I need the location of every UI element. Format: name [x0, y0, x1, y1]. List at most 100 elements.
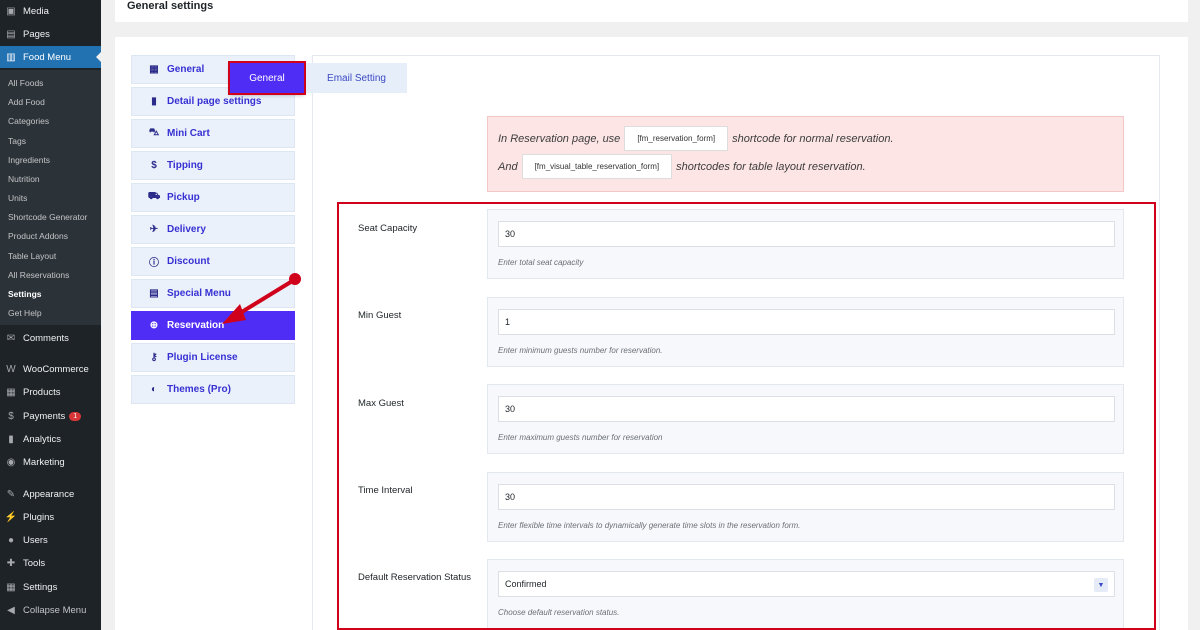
wp-submenu-item[interactable]: Categories [8, 116, 49, 126]
wp-menu-tools[interactable]: ✚ Tools [0, 552, 101, 574]
settings-nav-pickup[interactable]: ⛟ Pickup [131, 183, 295, 212]
settings-nav-tipping[interactable]: $ Tipping [131, 151, 295, 180]
food-menu-icon: ▥ [6, 51, 16, 63]
wp-menu-pages[interactable]: ▤ Pages [0, 23, 101, 45]
wp-submenu-item[interactable]: Nutrition [8, 174, 40, 184]
wp-menu-label: Appearance [23, 488, 75, 500]
palette-icon: ◐ [150, 384, 158, 395]
wp-menu-label: Food Menu [23, 51, 72, 63]
info-text: shortcode for normal reservation. [732, 132, 894, 145]
wp-menu-products[interactable]: ▦ Products [0, 381, 101, 403]
tools-icon: ✚ [6, 557, 16, 569]
wp-menu-appearance[interactable]: ✎ Appearance [0, 483, 101, 505]
appearance-icon: ✎ [6, 488, 16, 500]
wp-menu-label: Users [23, 534, 48, 546]
info-text: In Reservation page, use [498, 132, 621, 145]
marketing-icon: ◉ [6, 456, 16, 468]
wp-submenu-item[interactable]: All Foods [8, 78, 43, 88]
nav-label: Themes (Pro) [167, 384, 231, 395]
wp-menu-users[interactable]: ● Users [0, 529, 101, 551]
settings-nav-mini-cart[interactable]: ⛍ Mini Cart [131, 119, 295, 148]
header-card: General settings [115, 0, 1188, 22]
wp-menu-label: Pages [23, 28, 50, 40]
wp-menu-media[interactable]: ▣ Media [0, 0, 101, 22]
dollar-icon: $ [151, 160, 157, 171]
nav-label: Pickup [167, 192, 200, 203]
nav-label: Delivery [167, 224, 206, 235]
wp-menu-label: Tools [23, 557, 46, 569]
wp-admin-sidebar: ▣ Media ▤ Pages ▥ Food Menu All Foods Ad… [0, 0, 101, 630]
tab-email-setting[interactable]: Email Setting [306, 63, 407, 93]
settings-nav-themes[interactable]: ◐ Themes (Pro) [131, 375, 295, 404]
collapse-icon: ◀ [7, 604, 15, 616]
wp-submenu-item[interactable]: Tags [8, 136, 26, 146]
arrow-annotation-icon [222, 273, 301, 324]
table-icon: ▤ [149, 288, 159, 299]
wp-submenu-item[interactable]: Add Food [8, 97, 45, 107]
settings-nav-delivery[interactable]: ✈ Delivery [131, 215, 295, 244]
settings-icon: ▦ [6, 581, 16, 593]
nav-label: Tipping [167, 160, 203, 171]
wp-menu-comments[interactable]: ✉ Comments [0, 327, 101, 349]
highlight-annotation-box [337, 202, 1156, 630]
plane-icon: ✈ [149, 224, 159, 235]
wp-submenu-item[interactable]: Table Layout [8, 251, 56, 261]
wp-submenu-item[interactable]: Ingredients [8, 155, 50, 165]
wp-menu-analytics[interactable]: ▮ Analytics [0, 428, 101, 450]
wp-menu-plugins[interactable]: ⚡ Plugins [0, 506, 101, 528]
tab-general[interactable]: General [228, 61, 306, 95]
cart-icon: ⛍ [148, 127, 160, 138]
wp-menu-collapse[interactable]: ◀ Collapse Menu [0, 599, 101, 621]
wp-menu-label: Comments [23, 332, 69, 344]
wp-submenu-item[interactable]: Get Help [8, 308, 42, 318]
pages-icon: ▤ [6, 28, 16, 40]
wp-menu-marketing[interactable]: ◉ Marketing [0, 451, 101, 473]
plus-circle-icon: ⊕ [149, 320, 159, 331]
plugins-icon: ⚡ [4, 511, 18, 523]
wp-menu-label: Marketing [23, 456, 65, 468]
wp-menu-label: Settings [23, 581, 58, 593]
wp-menu-label: Plugins [23, 511, 55, 523]
payments-count-badge: 1 [69, 411, 82, 421]
payments-icon: $ [8, 410, 14, 422]
wp-menu-food-menu[interactable]: ▥ Food Menu [0, 46, 101, 68]
wp-submenu-item[interactable]: All Reservations [8, 270, 69, 280]
comments-icon: ✉ [6, 332, 16, 344]
page-title: General settings [127, 0, 214, 12]
users-icon: ● [7, 534, 15, 546]
wp-menu-woocommerce[interactable]: W WooCommerce [0, 358, 101, 380]
car-icon: ⛟ [147, 191, 161, 202]
analytics-icon: ▮ [8, 433, 14, 445]
products-icon: ▦ [6, 386, 16, 398]
wp-menu-payments[interactable]: $ Payments 1 [0, 405, 101, 427]
settings-nav-plugin-license[interactable]: ⚷ Plugin License [131, 343, 295, 372]
wp-submenu-item-current[interactable]: Settings [8, 289, 42, 299]
key-icon: ⚷ [150, 352, 158, 363]
shortcode-info-box: In Reservation page, use [fm_reservation… [487, 116, 1124, 192]
shortcode-chip[interactable]: [fm_visual_table_reservation_form] [521, 154, 673, 179]
wp-submenu-item[interactable]: Shortcode Generator [8, 212, 87, 222]
general-icon: ▦ [149, 64, 159, 75]
wp-menu-label: Analytics [23, 433, 62, 445]
wp-menu-label: Payments [23, 410, 66, 422]
nav-label: Discount [167, 256, 210, 267]
nav-label: Mini Cart [167, 128, 210, 139]
wp-submenu: All Foods Add Food Categories Tags Ingre… [0, 70, 101, 325]
wp-menu-label: Collapse Menu [23, 604, 87, 616]
info-icon: ⓘ [149, 258, 159, 269]
nav-label: General [167, 64, 205, 75]
wp-submenu-item[interactable]: Product Addons [8, 231, 68, 241]
info-text: And [498, 160, 518, 173]
wp-menu-label: Products [23, 386, 61, 398]
detail-page-icon: ▮ [151, 96, 157, 107]
shortcode-chip[interactable]: [fm_reservation_form] [624, 126, 729, 151]
media-icon: ▣ [6, 5, 16, 17]
info-line: And [fm_visual_table_reservation_form] s… [498, 154, 866, 179]
wp-menu-label: Media [23, 5, 49, 17]
info-line: In Reservation page, use [fm_reservation… [498, 126, 894, 151]
wp-menu-label: WooCommerce [23, 363, 89, 375]
info-text: shortcodes for table layout reservation. [676, 160, 866, 173]
wp-menu-settings[interactable]: ▦ Settings [0, 576, 101, 598]
nav-label: Plugin License [167, 352, 238, 363]
wp-submenu-item[interactable]: Units [8, 193, 27, 203]
